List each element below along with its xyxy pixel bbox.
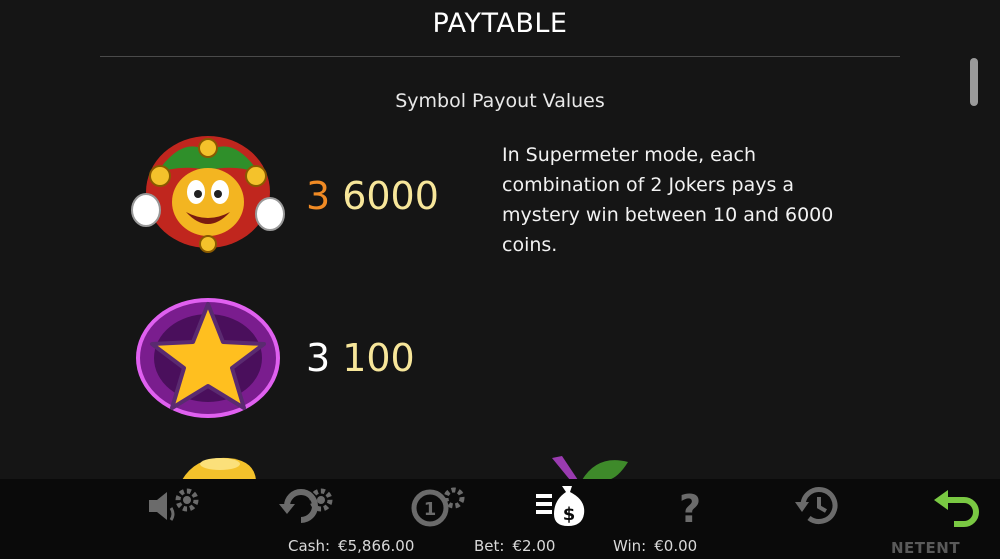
cash-label: Cash: [288,537,331,555]
paytable-button[interactable]: $ [532,484,592,528]
win-label: Win: [613,537,647,555]
star-count: 3 [306,336,331,380]
joker-symbol-icon [131,136,285,253]
star-payout: 3 100 [306,336,415,380]
back-button[interactable] [930,484,990,528]
svg-text:1: 1 [424,499,437,520]
svg-text:?: ? [679,487,701,528]
autoplay-settings-button[interactable] [277,484,337,528]
page-title: PAYTABLE [432,8,568,39]
star-symbol-icon [136,298,280,418]
joker-description: In Supermeter mode, each combination of … [502,144,834,256]
netent-logo: NETENT [891,539,961,557]
joker-count: 3 [306,174,331,218]
help-button[interactable]: ? [660,484,720,528]
win-display: Win: €0.00 [613,537,697,555]
history-icon [795,487,838,524]
help-icon: ? [679,487,701,528]
title-divider [100,56,900,57]
coin-settings-icon: 1 [411,487,465,527]
cash-display: Cash: €5,866.00 [288,537,414,555]
bet-value: €2.00 [512,537,556,555]
bet-display: Bet: €2.00 [474,537,555,555]
autoplay-settings-icon [279,488,333,523]
star-amount: 100 [342,336,415,380]
bet-label: Bet: [474,537,505,555]
joker-amount: 6000 [342,174,439,218]
sound-settings-icon [149,488,199,521]
fruit-leaf-symbol-icon [552,456,628,480]
back-icon [934,490,979,527]
cash-value: €5,866.00 [338,537,415,555]
lemon-symbol-icon [182,457,256,480]
section-subtitle: Symbol Payout Values [395,90,605,112]
scrollbar[interactable] [968,58,978,458]
sound-settings-button[interactable] [145,484,205,528]
coin-settings-button[interactable]: 1 [408,484,468,528]
win-value: €0.00 [654,537,698,555]
history-button[interactable] [789,484,849,528]
paytable-icon: $ [536,486,585,526]
joker-payout: 3 6000 [306,174,439,218]
svg-text:$: $ [563,504,576,525]
